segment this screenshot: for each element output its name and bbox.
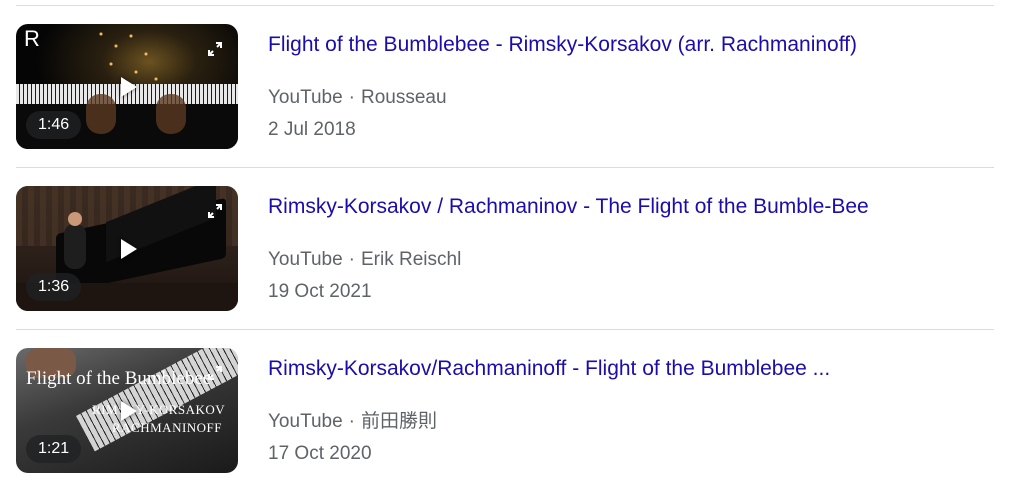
- meta-separator: ·: [348, 411, 355, 432]
- result-info: Rimsky-Korsakov/Rachmaninoff - Flight of…: [268, 354, 988, 466]
- thumbnail-composer: RIMSKY-KORSAKOV: [92, 402, 226, 417]
- result-info: Rimsky-Korsakov / Rachmaninov - The Flig…: [268, 192, 988, 304]
- result-meta: YouTube · Erik Reischl: [268, 248, 988, 272]
- channel-name: Rousseau: [361, 87, 447, 108]
- duration-badge: 1:36: [26, 273, 82, 301]
- result-meta: YouTube · Rousseau: [268, 86, 988, 110]
- pianist: [64, 224, 86, 269]
- upload-date: 17 Oct 2020: [268, 443, 372, 464]
- video-thumbnail[interactable]: 1:36: [16, 186, 238, 311]
- meta-separator: ·: [348, 87, 355, 108]
- play-icon: [121, 76, 137, 97]
- play-icon: [121, 238, 137, 259]
- source-label: YouTube: [268, 249, 343, 270]
- video-thumbnail[interactable]: Flight of the Bumblebee RIMSKY-KORSAKOV …: [16, 348, 238, 473]
- result-title-link[interactable]: Rimsky-Korsakov / Rachmaninov - The Flig…: [268, 192, 988, 222]
- thumbnail-caption: Flight of the Bumblebee: [26, 368, 212, 389]
- expand-icon[interactable]: [208, 42, 222, 56]
- result-title-link[interactable]: Rimsky-Korsakov/Rachmaninoff - Flight of…: [268, 354, 988, 384]
- channel-name: 前田勝則: [361, 411, 438, 432]
- pianist-head: [68, 212, 82, 226]
- play-icon: [121, 400, 137, 421]
- channel-name: Erik Reischl: [361, 249, 462, 270]
- hand-left: [86, 94, 116, 134]
- result-info: Flight of the Bumblebee - Rimsky-Korsako…: [268, 30, 988, 142]
- thumbnail-arranger: RACHMANINOFF: [112, 420, 223, 435]
- source-label: YouTube: [268, 411, 343, 432]
- upload-date: 2 Jul 2018: [268, 119, 356, 140]
- hand-right: [156, 94, 186, 134]
- result-title-link[interactable]: Flight of the Bumblebee - Rimsky-Korsako…: [268, 30, 988, 60]
- duration-badge: 1:46: [26, 111, 82, 139]
- video-thumbnail[interactable]: R 1:46: [16, 24, 238, 149]
- channel-logo: R: [24, 26, 40, 51]
- meta-separator: ·: [348, 249, 355, 270]
- video-result: R 1:46 Flight of the Bumblebee - Rimsky-…: [16, 6, 994, 168]
- source-label: YouTube: [268, 87, 343, 108]
- duration-badge: 1:21: [26, 435, 82, 463]
- result-meta: YouTube · 前田勝則: [268, 410, 988, 434]
- expand-icon[interactable]: [208, 204, 222, 218]
- video-result: 1:36 Rimsky-Korsakov / Rachmaninov - The…: [16, 168, 994, 330]
- upload-date: 19 Oct 2021: [268, 281, 372, 302]
- expand-icon[interactable]: [208, 366, 222, 380]
- video-result: Flight of the Bumblebee RIMSKY-KORSAKOV …: [16, 330, 994, 492]
